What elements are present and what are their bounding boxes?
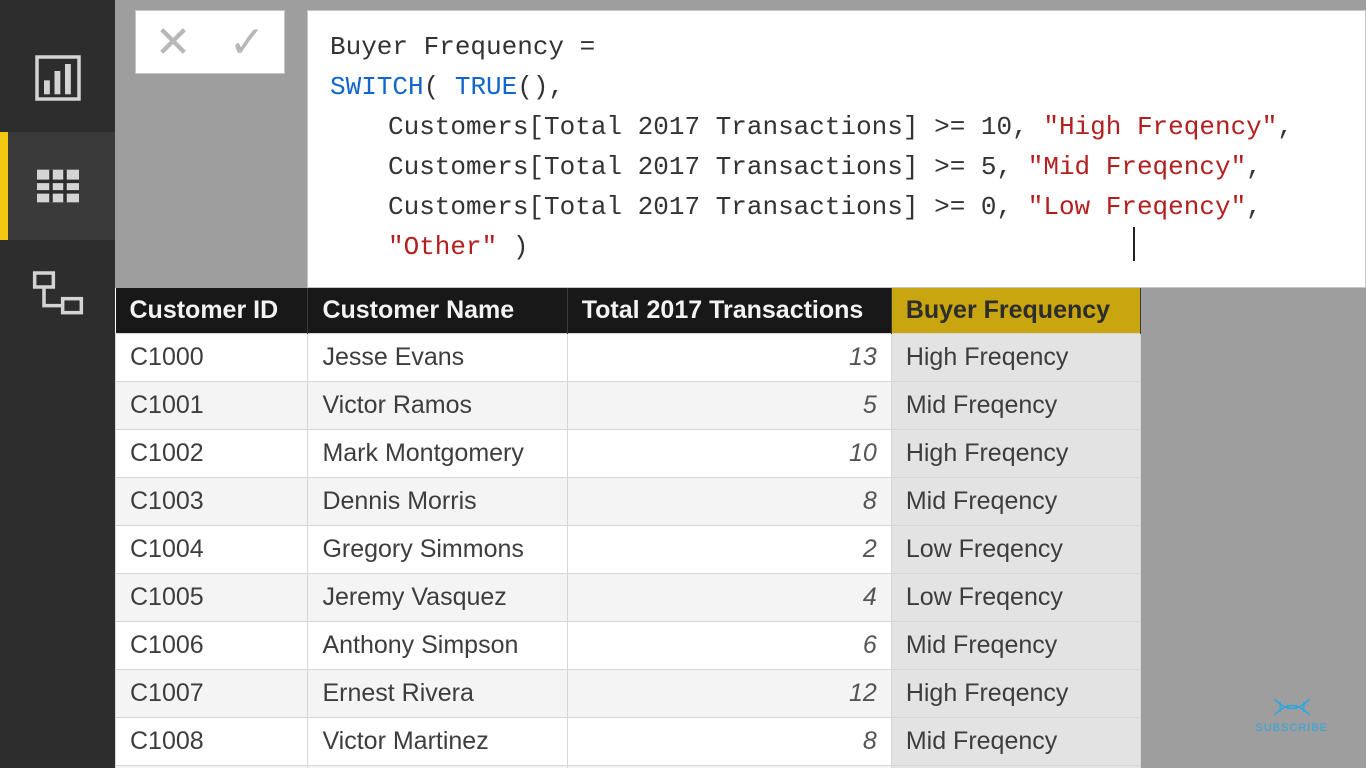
- true-keyword: TRUE: [455, 72, 517, 102]
- table-row[interactable]: C1008Victor Martinez8Mid Freqency: [116, 718, 1141, 766]
- open-paren: (: [424, 72, 455, 102]
- cell-buyer-frequency[interactable]: Low Freqency: [891, 526, 1140, 574]
- cell-buyer-frequency[interactable]: High Freqency: [891, 670, 1140, 718]
- cell-customer-id[interactable]: C1000: [116, 334, 308, 382]
- cond-prefix-0: Customers[Total 2017 Transactions] >=: [388, 112, 981, 142]
- comma-0a: ,: [1012, 112, 1043, 142]
- data-grid[interactable]: Customer ID Customer Name Total 2017 Tra…: [115, 288, 1141, 768]
- header-total-transactions[interactable]: Total 2017 Transactions: [567, 288, 891, 334]
- label-2: "Low Freqency": [1028, 192, 1246, 222]
- report-view-button[interactable]: [0, 24, 115, 132]
- table-row[interactable]: C1000Jesse Evans13High Freqency: [116, 334, 1141, 382]
- cell-customer-id[interactable]: C1005: [116, 574, 308, 622]
- cell-customer-id[interactable]: C1002: [116, 430, 308, 478]
- cell-total-transactions[interactable]: 4: [567, 574, 891, 622]
- cancel-formula-button[interactable]: ✕: [136, 11, 210, 73]
- measure-name: Buyer Frequency: [330, 32, 564, 62]
- main-pane: ✕ ✓ Buyer Frequency = SWITCH( TRUE(), Cu…: [115, 0, 1366, 768]
- threshold-1: 5: [981, 152, 997, 182]
- cell-total-transactions[interactable]: 2: [567, 526, 891, 574]
- commit-formula-button[interactable]: ✓: [210, 11, 284, 73]
- dna-icon: [1270, 694, 1314, 720]
- cell-total-transactions[interactable]: 13: [567, 334, 891, 382]
- comma-1a: ,: [997, 152, 1028, 182]
- label-1: "Mid Freqency": [1028, 152, 1246, 182]
- cell-customer-id[interactable]: C1007: [116, 670, 308, 718]
- label-0: "High Freqency": [1043, 112, 1277, 142]
- model-view-button[interactable]: [0, 240, 115, 348]
- data-grid-container: Customer ID Customer Name Total 2017 Tra…: [115, 288, 1366, 768]
- cell-buyer-frequency[interactable]: Mid Freqency: [891, 622, 1140, 670]
- comma-2a: ,: [997, 192, 1028, 222]
- cond-prefix-1: Customers[Total 2017 Transactions] >=: [388, 152, 981, 182]
- equals-sign: =: [564, 32, 595, 62]
- cell-customer-name[interactable]: Anthony Simpson: [308, 622, 567, 670]
- cell-total-transactions[interactable]: 12: [567, 670, 891, 718]
- cell-customer-name[interactable]: Gregory Simmons: [308, 526, 567, 574]
- formula-action-buttons: ✕ ✓: [135, 10, 285, 74]
- cell-buyer-frequency[interactable]: Mid Freqency: [891, 718, 1140, 766]
- comma-0b: ,: [1277, 112, 1293, 142]
- cell-customer-id[interactable]: C1003: [116, 478, 308, 526]
- comma-2b: ,: [1246, 192, 1262, 222]
- formula-bar-row: ✕ ✓ Buyer Frequency = SWITCH( TRUE(), Cu…: [115, 0, 1366, 288]
- cell-customer-id[interactable]: C1006: [116, 622, 308, 670]
- threshold-2: 0: [981, 192, 997, 222]
- table-row[interactable]: C1001Victor Ramos5Mid Freqency: [116, 382, 1141, 430]
- table-row[interactable]: C1004Gregory Simmons2Low Freqency: [116, 526, 1141, 574]
- cell-buyer-frequency[interactable]: Mid Freqency: [891, 478, 1140, 526]
- else-label: "Other": [388, 232, 497, 262]
- cell-buyer-frequency[interactable]: Low Freqency: [891, 574, 1140, 622]
- threshold-0: 10: [981, 112, 1012, 142]
- table-row[interactable]: C1002Mark Montgomery10High Freqency: [116, 430, 1141, 478]
- table-row[interactable]: C1006Anthony Simpson6Mid Freqency: [116, 622, 1141, 670]
- switch-keyword: SWITCH: [330, 72, 424, 102]
- view-switcher-nav: [0, 0, 115, 768]
- subscribe-badge[interactable]: SUBSCRIBE: [1255, 694, 1328, 734]
- cell-total-transactions[interactable]: 10: [567, 430, 891, 478]
- true-call: (),: [517, 72, 564, 102]
- table-row[interactable]: C1003Dennis Morris8Mid Freqency: [116, 478, 1141, 526]
- cell-total-transactions[interactable]: 8: [567, 478, 891, 526]
- close-paren: ): [497, 232, 528, 262]
- cell-customer-name[interactable]: Ernest Rivera: [308, 670, 567, 718]
- cond-prefix-2: Customers[Total 2017 Transactions] >=: [388, 192, 981, 222]
- data-view-button[interactable]: [0, 132, 115, 240]
- cell-customer-name[interactable]: Dennis Morris: [308, 478, 567, 526]
- header-customer-name[interactable]: Customer Name: [308, 288, 567, 334]
- cell-customer-id[interactable]: C1008: [116, 718, 308, 766]
- app-root: ✕ ✓ Buyer Frequency = SWITCH( TRUE(), Cu…: [0, 0, 1366, 768]
- bar-chart-icon: [30, 50, 86, 106]
- comma-1b: ,: [1246, 152, 1262, 182]
- cell-total-transactions[interactable]: 5: [567, 382, 891, 430]
- table-row[interactable]: C1005Jeremy Vasquez4Low Freqency: [116, 574, 1141, 622]
- cell-total-transactions[interactable]: 6: [567, 622, 891, 670]
- table-grid-icon: [30, 158, 86, 214]
- cell-customer-name[interactable]: Mark Montgomery: [308, 430, 567, 478]
- cell-customer-name[interactable]: Victor Martinez: [308, 718, 567, 766]
- cell-customer-name[interactable]: Jesse Evans: [308, 334, 567, 382]
- cell-customer-name[interactable]: Jeremy Vasquez: [308, 574, 567, 622]
- cell-buyer-frequency[interactable]: Mid Freqency: [891, 382, 1140, 430]
- header-customer-id[interactable]: Customer ID: [116, 288, 308, 334]
- cell-customer-id[interactable]: C1004: [116, 526, 308, 574]
- table-row[interactable]: C1007Ernest Rivera12High Freqency: [116, 670, 1141, 718]
- text-cursor-icon: [1133, 227, 1135, 261]
- cell-buyer-frequency[interactable]: High Freqency: [891, 334, 1140, 382]
- header-row: Customer ID Customer Name Total 2017 Tra…: [116, 288, 1141, 334]
- header-buyer-frequency[interactable]: Buyer Frequency: [891, 288, 1140, 334]
- formula-editor[interactable]: Buyer Frequency = SWITCH( TRUE(), Custom…: [307, 10, 1366, 288]
- cell-customer-name[interactable]: Victor Ramos: [308, 382, 567, 430]
- cell-total-transactions[interactable]: 8: [567, 718, 891, 766]
- cell-buyer-frequency[interactable]: High Freqency: [891, 430, 1140, 478]
- subscribe-label: SUBSCRIBE: [1255, 722, 1328, 734]
- relationship-icon: [30, 266, 86, 322]
- cell-customer-id[interactable]: C1001: [116, 382, 308, 430]
